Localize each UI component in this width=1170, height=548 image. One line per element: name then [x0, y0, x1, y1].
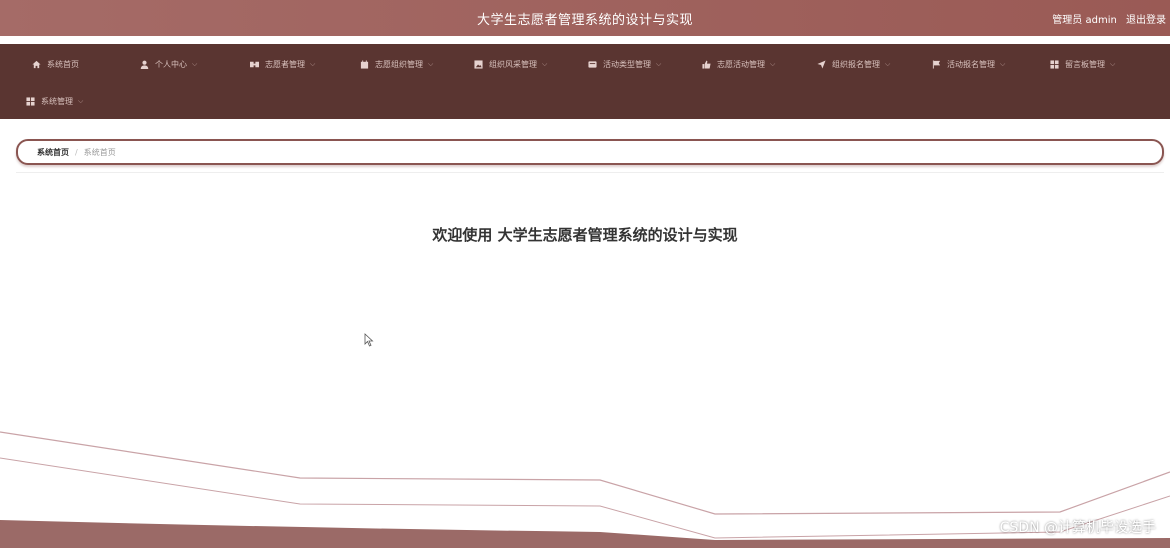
welcome-heading: 欢迎使用 大学生志愿者管理系统的设计与实现: [432, 226, 738, 244]
nav-item-volunteer[interactable]: 志愿者管理 ⌵: [250, 56, 315, 72]
top-header: 大学生志愿者管理系统的设计与实现 管理员 admin 退出登录: [0, 0, 1170, 36]
logout-link[interactable]: 退出登录: [1126, 15, 1166, 26]
breadcrumb-separator: /: [75, 147, 78, 157]
nav-item-org[interactable]: 志愿组织管理 ⌵: [360, 56, 433, 72]
nav-item-home[interactable]: 系统首页: [32, 56, 79, 72]
chevron-down-icon: ⌵: [1110, 59, 1116, 68]
chevron-down-icon: ⌵: [1000, 59, 1006, 68]
card-icon: [588, 60, 597, 69]
chevron-down-icon: ⌵: [656, 59, 662, 68]
chevron-down-icon: ⌵: [192, 59, 198, 68]
user-label: 管理员 admin: [1052, 15, 1117, 26]
user-icon: [140, 60, 149, 69]
breadcrumb-current: 系统首页: [83, 147, 116, 157]
chevron-down-icon: ⌵: [310, 59, 316, 68]
image-icon: [474, 59, 483, 69]
nav-item-system[interactable]: 系统管理 ⌵: [26, 93, 83, 109]
nav-item-activity-type[interactable]: 活动类型管理 ⌵: [588, 56, 661, 72]
user-area: 管理员 admin 退出登录: [1046, 11, 1166, 26]
group-icon: [250, 60, 259, 69]
chevron-down-icon: ⌵: [428, 59, 434, 68]
breadcrumb-home[interactable]: 系统首页: [37, 147, 69, 158]
main-nav: 系统首页 个人中心 ⌵ 志愿者管理 ⌵ 志愿组织管理 ⌵ 组织风采管理 ⌵ 活动…: [0, 44, 1170, 119]
nav-item-org-signup[interactable]: 组织报名管理 ⌵: [817, 56, 890, 72]
home-icon: [32, 60, 41, 69]
nav-item-org-style[interactable]: 组织风采管理 ⌵: [474, 56, 547, 72]
send-icon: [817, 59, 826, 69]
grid-icon: [26, 96, 35, 106]
breadcrumb: 系统首页 / 系统首页: [16, 139, 1164, 165]
watermark-text: CSDN @计算机毕设选手: [999, 520, 1156, 536]
app-title: 大学生志愿者管理系统的设计与实现: [476, 13, 693, 28]
calendar-icon: [360, 59, 369, 69]
nav-item-personal-center[interactable]: 个人中心 ⌵: [140, 56, 197, 72]
chevron-down-icon: ⌵: [770, 59, 776, 68]
flag-icon: [932, 59, 941, 69]
content-divider: [16, 172, 1164, 173]
grid-icon: [1050, 59, 1059, 69]
nav-item-activity-signup[interactable]: 活动报名管理 ⌵: [932, 56, 1005, 72]
chevron-down-icon: ⌵: [542, 59, 548, 68]
nav-item-message-board[interactable]: 留言板管理 ⌵: [1050, 56, 1115, 72]
nav-item-volunteer-activity[interactable]: 志愿活动管理 ⌵: [702, 56, 775, 72]
mouse-cursor-icon: [364, 333, 374, 347]
chevron-down-icon: ⌵: [885, 59, 891, 68]
thumb-icon: [702, 59, 711, 69]
chevron-down-icon: ⌵: [78, 96, 84, 105]
decorative-waves: [0, 431, 1170, 548]
